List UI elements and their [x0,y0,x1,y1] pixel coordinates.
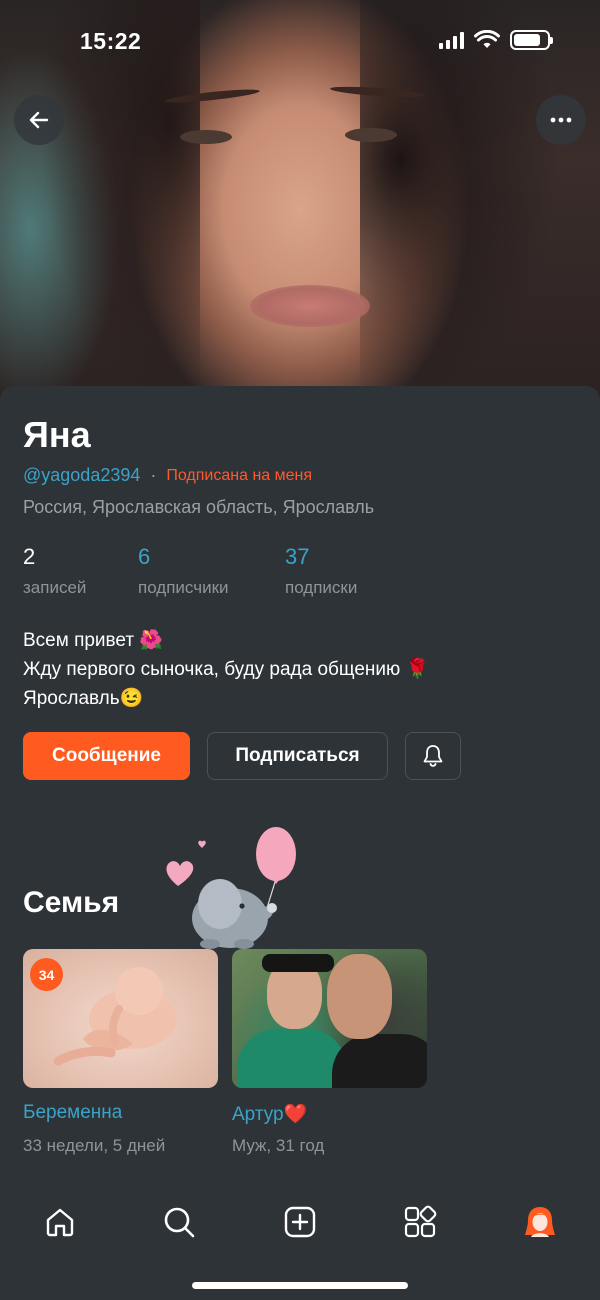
add-post-icon [284,1206,316,1238]
apps-icon [404,1205,437,1238]
photo-detail [332,1034,427,1088]
separator-dot: · [150,465,157,485]
photo-detail [327,954,392,1039]
bio-line: Ярославль😉 [23,688,144,709]
stat-following[interactable]: 37 подписки [285,544,357,598]
handle-row: @yagoda2394 · Подписана на меня [23,465,312,486]
stat-followers-value: 6 [138,544,151,569]
search-icon [164,1207,195,1238]
stat-posts-value: 2 [23,544,36,569]
battery-icon [510,30,553,50]
cover-detail [180,130,232,144]
tab-profile[interactable] [518,1200,562,1244]
signal-icon [439,31,464,49]
profile-cover-photo[interactable] [0,0,600,400]
profile-handle[interactable]: @yagoda2394 [23,465,140,486]
bio-line: Всем привет 🌺 [23,630,164,651]
home-icon [46,1208,74,1237]
family-member-title[interactable]: Беременна [23,1102,122,1124]
photo-detail [262,954,334,972]
photo-detail [237,1029,347,1088]
profile-avatar-icon [525,1207,555,1237]
profile-card: Яна @yagoda2394 · Подписана на меня Росс… [0,386,600,1300]
profile-bio: Всем привет 🌺 Жду первого сыночка, буду … [23,626,429,713]
family-member-title[interactable]: Артур❤️ [232,1102,307,1126]
home-indicator [192,1282,408,1289]
stat-followers-label: подписчики [138,578,229,597]
family-card-husband[interactable] [232,949,427,1088]
bell-icon [423,745,443,767]
family-member-subtitle: Муж, 31 год [232,1136,325,1155]
bio-line: Жду первого сыночка, буду рада общению 🌹 [23,659,430,680]
stat-posts[interactable]: 2 записей [23,544,86,598]
profile-name: Яна [23,414,91,455]
ellipsis-icon [550,117,572,123]
status-icons [439,30,553,50]
family-section-title: Семья [23,886,120,919]
follows-me-label: Подписана на меня [166,466,313,484]
pregnancy-week-badge: 34 [30,958,63,991]
tab-search[interactable] [157,1200,201,1244]
message-button[interactable]: Сообщение [23,732,190,780]
stat-followers[interactable]: 6 подписчики [138,544,229,598]
family-member-subtitle: 33 недели, 5 дней [23,1136,166,1155]
back-button[interactable] [14,95,64,145]
cover-detail [250,285,370,327]
wifi-icon [474,30,500,48]
cover-detail [345,128,397,142]
elephant-balloon-illustration [166,827,296,949]
cover-shade-right [360,0,560,400]
stat-following-value: 37 [285,544,310,569]
bottom-tab-bar [0,1180,600,1300]
more-options-button[interactable] [536,95,586,145]
arrow-left-icon [29,111,49,129]
profile-location: Россия, Ярославская область, Ярославль [23,497,375,517]
stat-following-label: подписки [285,578,358,597]
notifications-button[interactable] [405,732,461,780]
tab-apps[interactable] [398,1200,442,1244]
family-card-pregnancy[interactable]: 34 [23,949,218,1088]
subscribe-button[interactable]: Подписаться [207,732,388,780]
tab-add-post[interactable] [278,1200,322,1244]
tab-home[interactable] [38,1200,82,1244]
stat-posts-label: записей [23,578,87,597]
cover-shade-left [40,0,200,400]
status-time: 15:22 [80,28,142,54]
